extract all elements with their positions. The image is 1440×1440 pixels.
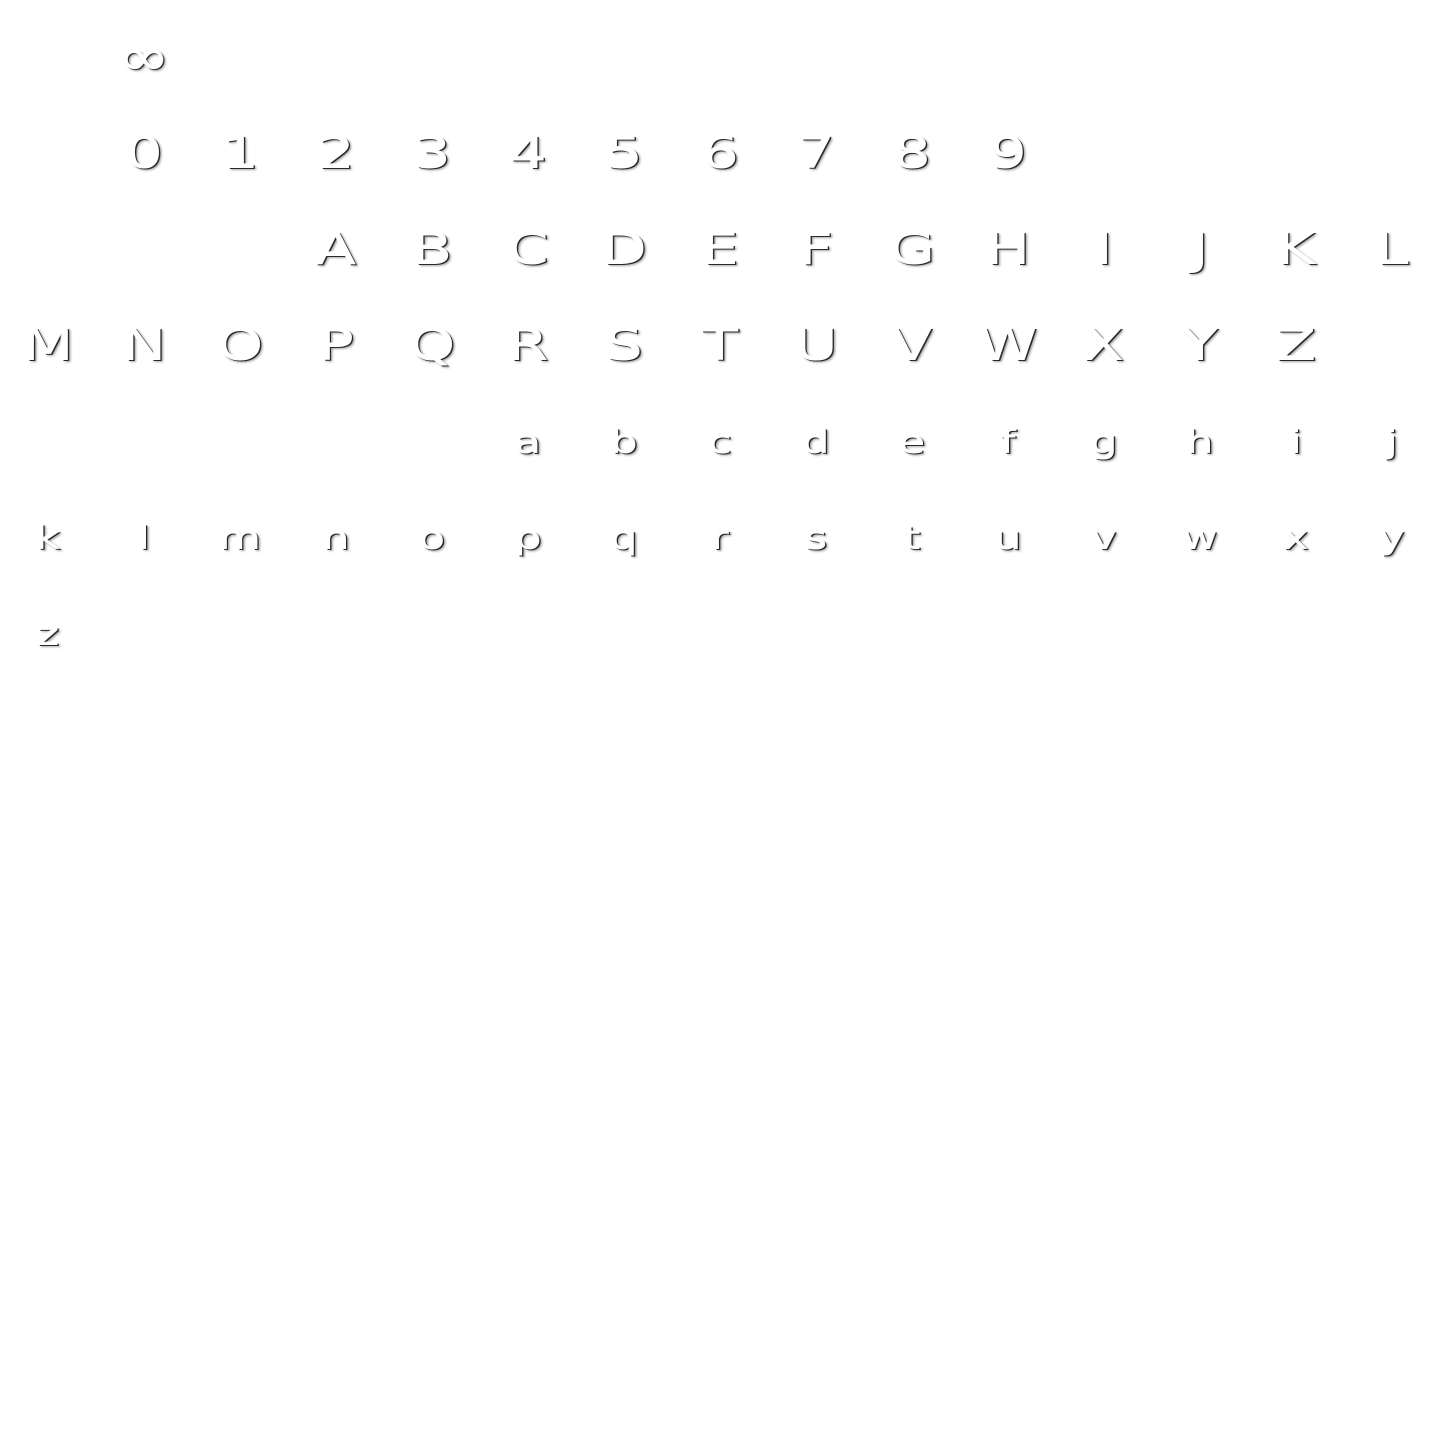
glyph-lower-lc-y: y [1379,519,1405,557]
glyph-lower-lc-z: z [36,615,60,653]
glyph-digit-9: 9 [989,128,1027,179]
glyph-sheet: ∞ 0 1 2 3 4 5 6 7 8 9 A B C D E F G H I J K L M N O P Q R S T U V W X Y Za b c… [0,0,1440,1440]
glyph-upper-L: L [1375,224,1409,275]
glyph-symbol-infinity: ∞ [117,28,170,88]
glyph-lower-lc-j: j [1385,423,1398,461]
glyph-upper-Z: Z [1275,320,1317,371]
